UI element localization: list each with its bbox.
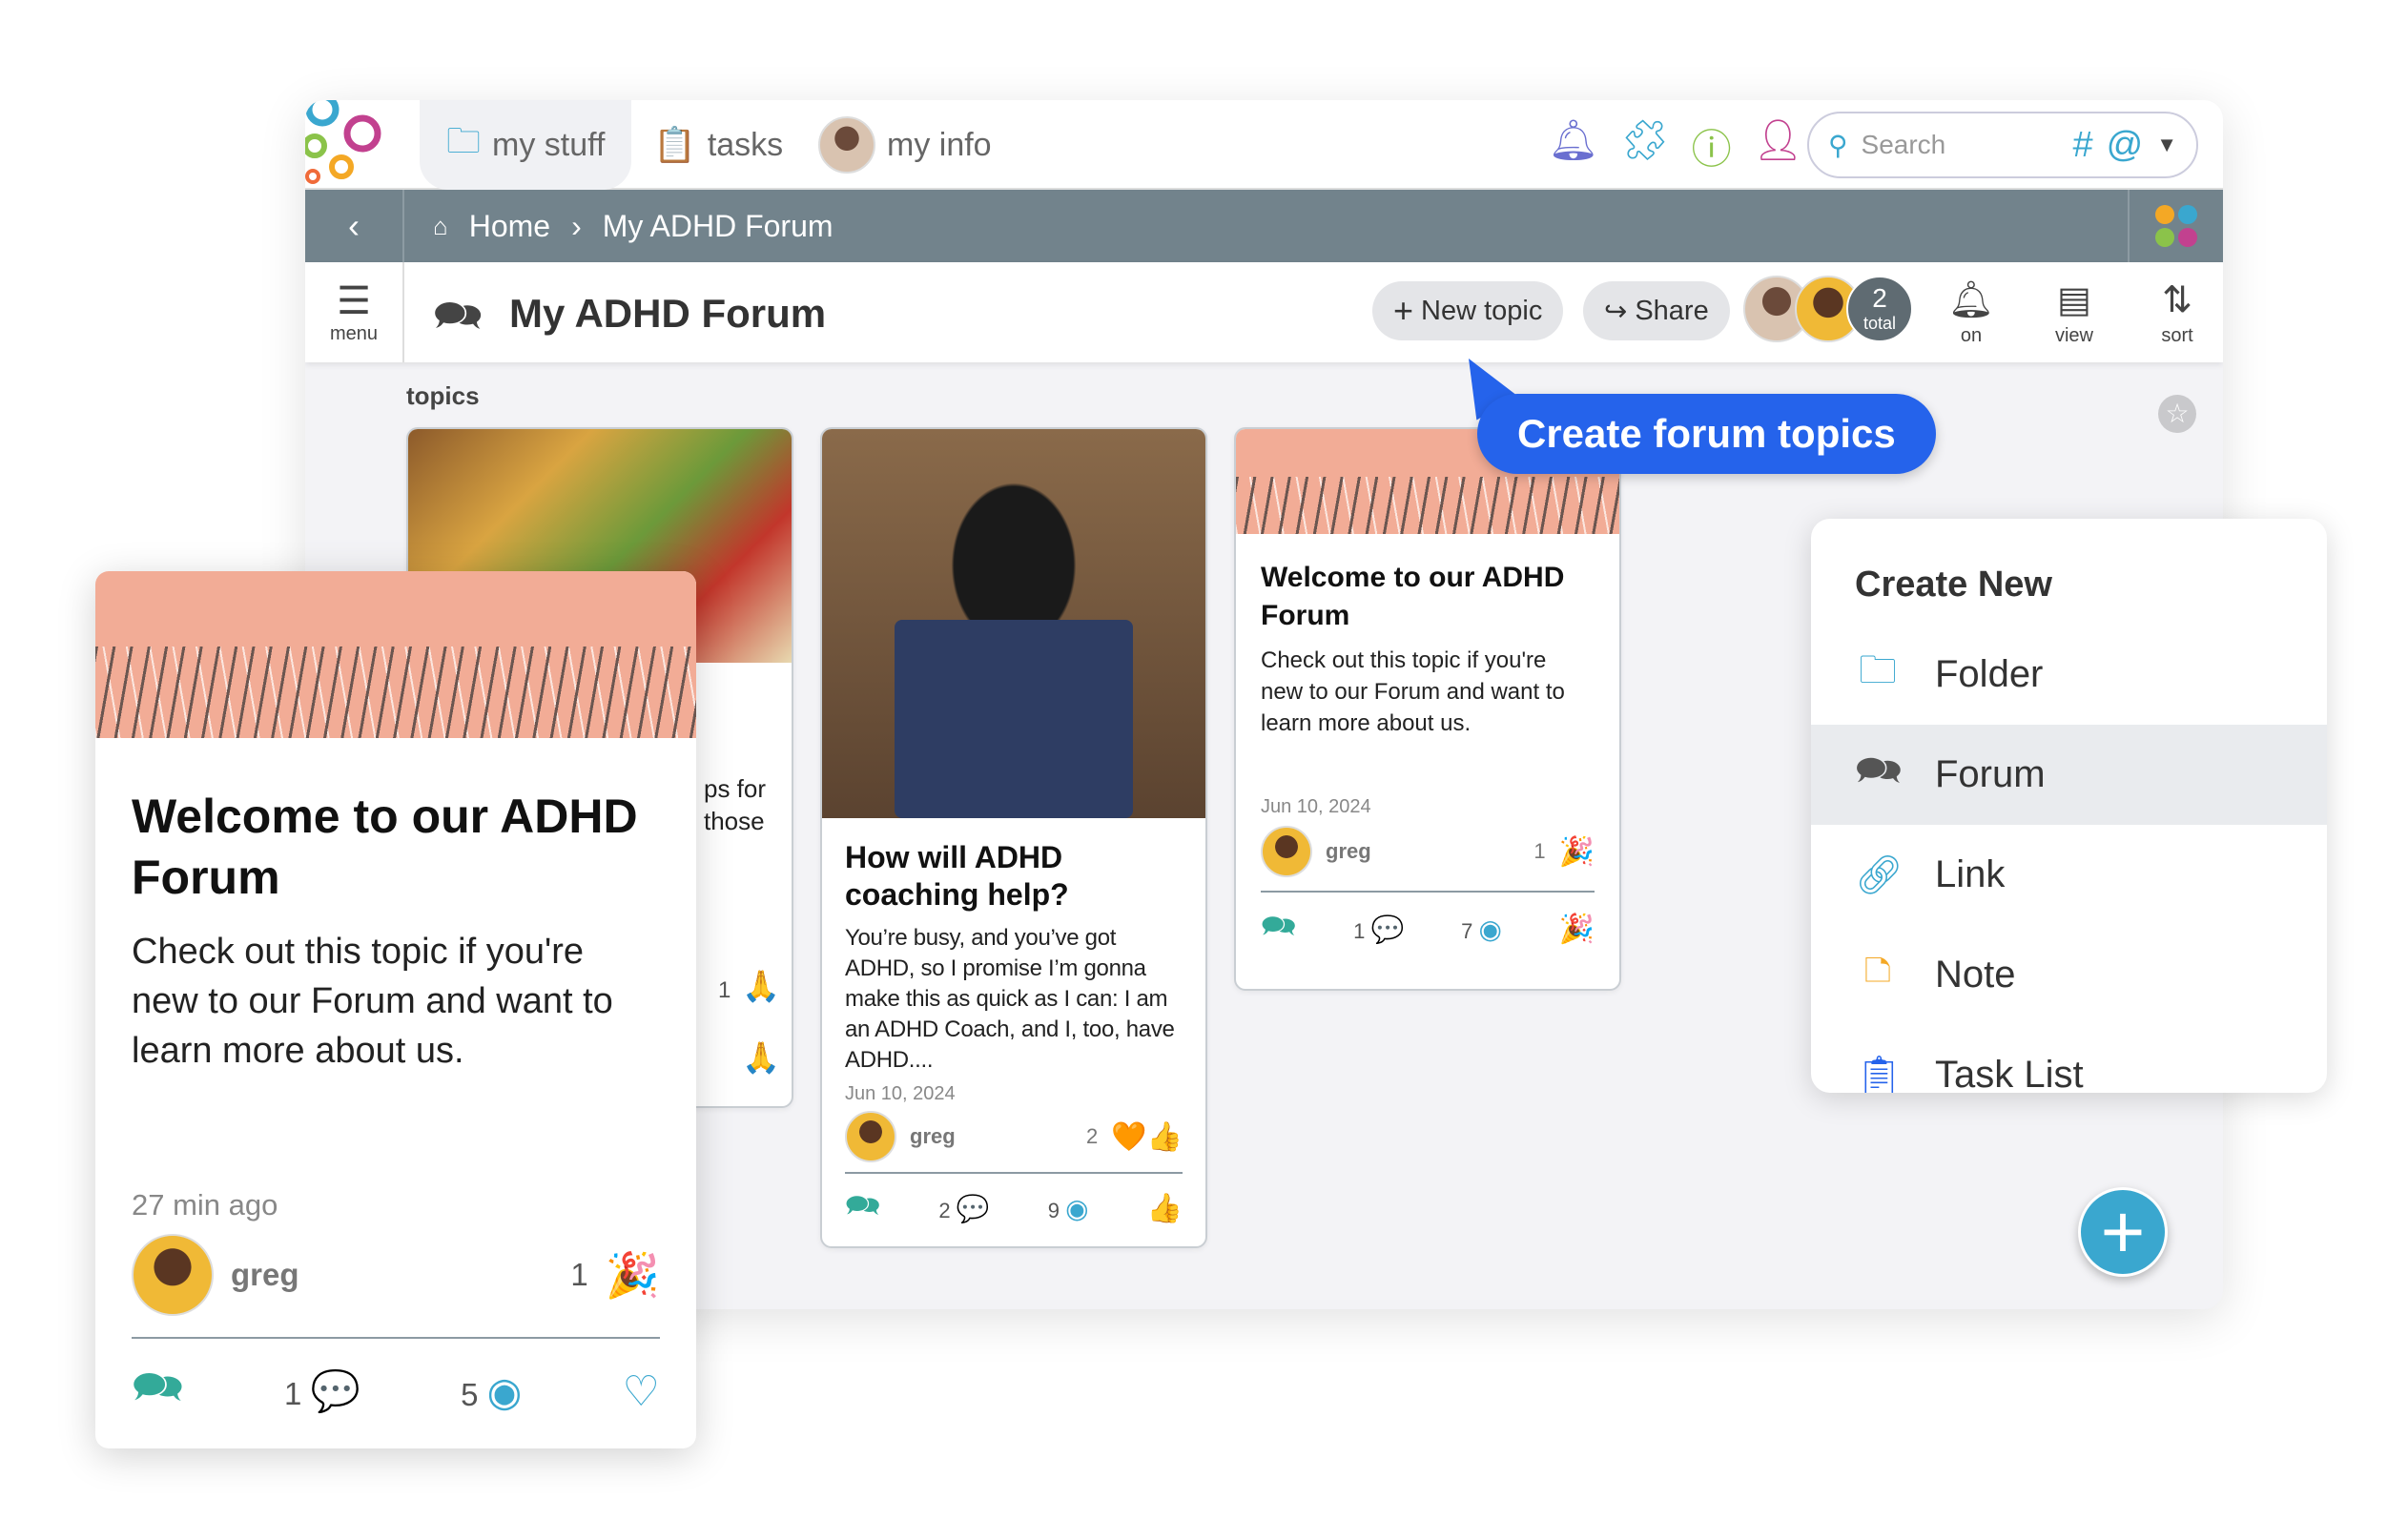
forum-icon: 🗪	[1855, 749, 1903, 791]
header-icons: 🔔︎ 🧩︎ ⓘ 👤︎	[1548, 117, 1803, 175]
hamburger-icon: ☰	[337, 280, 371, 322]
tooltip: Create forum topics	[1477, 394, 1936, 474]
view-button[interactable]: ▤ view	[2041, 276, 2108, 347]
tab-my-stuff[interactable]: 🗀 my stuff	[420, 100, 632, 190]
hashtag-button[interactable]: #	[2073, 125, 2093, 166]
avatar	[1261, 826, 1312, 877]
heart-thumbs-icon: 🧡👍	[1111, 1120, 1183, 1153]
breadcrumb-bar: ‹ ⌂ Home › My ADHD Forum	[305, 190, 2223, 262]
section-label: topics	[406, 381, 480, 410]
thumbs-up-icon[interactable]: 👍	[1147, 1192, 1183, 1225]
heart-add-icon[interactable]: ♡	[623, 1367, 660, 1416]
share-button[interactable]: ↪ Share	[1583, 281, 1730, 340]
menu-button[interactable]: ☰ menu	[305, 262, 404, 362]
tab-tasks[interactable]: 📋 tasks	[653, 100, 783, 190]
search-icon: ⚲	[1828, 130, 1848, 160]
folder-icon: 🗀	[446, 120, 482, 160]
author[interactable]: greg 1 🎉	[1261, 818, 1595, 885]
add-button[interactable]: +	[2078, 1187, 2168, 1277]
topic-card[interactable]: How will ADHD coaching help? You’re busy…	[820, 427, 1207, 1248]
menu-title: Create New	[1855, 565, 2052, 605]
topic-date: Jun 10, 2024	[1261, 796, 1371, 817]
comment-icon: 💬	[956, 1193, 990, 1223]
title-bar: ☰ menu 🗪 My ADHD Forum + New topic ↪ Share …	[305, 262, 2223, 362]
party-popper-icon[interactable]: 🎉	[1559, 913, 1595, 946]
topic-time: 27 min ago	[132, 1188, 278, 1222]
help-icon[interactable]: ⓘ	[1692, 117, 1732, 175]
eye-icon: ◉	[1065, 1193, 1089, 1223]
forum-icon: 🗪	[433, 293, 484, 338]
topic-image	[95, 571, 696, 738]
menu-item-link[interactable]: 🔗︎ Link	[1811, 825, 2327, 925]
author[interactable]: greg 2 🧡👍	[845, 1105, 1183, 1168]
menu-item-forum[interactable]: 🗪 Forum	[1811, 725, 2327, 825]
comment-icon: 💬	[310, 1367, 360, 1413]
search-input[interactable]: ⚲ Search # @ ▼	[1807, 112, 2198, 178]
pray-icon: 🙏	[742, 969, 780, 1003]
apps-grid-icon[interactable]	[2128, 190, 2223, 262]
topic-image	[822, 429, 1205, 818]
menu-item-note[interactable]: 🗅 Note	[1811, 925, 2327, 1025]
tab-my-info[interactable]: my info	[818, 100, 992, 190]
avatar	[845, 1111, 896, 1162]
forum-icon: 🗪	[1261, 910, 1297, 942]
plus-icon: +	[1393, 291, 1414, 330]
topic-title[interactable]: How will ADHD coaching help?	[845, 839, 1183, 914]
puzzle-icon[interactable]: 🧩︎	[1619, 117, 1670, 175]
share-icon: ↪	[1604, 296, 1628, 327]
logo[interactable]	[305, 100, 420, 190]
link-icon: 🔗︎	[1855, 854, 1904, 896]
notifications-toggle[interactable]: 🔔︎ on	[1938, 276, 2005, 347]
avatar	[132, 1234, 214, 1316]
topic-card[interactable]: Welcome to our ADHD Forum Check out this…	[1234, 427, 1621, 991]
menu-item-folder[interactable]: 🗀 Folder	[1811, 625, 2327, 725]
breadcrumb-current[interactable]: My ADHD Forum	[603, 209, 834, 244]
topic-stats: 🗪 1 💬 5 ◉ ♡	[132, 1337, 660, 1444]
featured-topic-card[interactable]: Welcome to our ADHD Forum Check out this…	[95, 571, 696, 1448]
chevron-down-icon[interactable]: ▼	[2156, 133, 2177, 157]
breadcrumb-home[interactable]: Home	[469, 209, 550, 244]
new-topic-button[interactable]: + New topic	[1372, 281, 1564, 340]
avatar	[818, 116, 875, 174]
bell-icon: 🔔︎	[1947, 280, 1995, 320]
menu-item-task-list[interactable]: 📋︎ Task List	[1811, 1025, 2327, 1093]
topic-stats: 🗪 2 💬 9 ◉ 👍	[845, 1172, 1183, 1242]
create-new-menu: Create New 🗀 Folder 🗪 Forum 🔗︎ Link 🗅 Note 📋…	[1811, 519, 2327, 1093]
sort-icon: ⇅	[2162, 280, 2192, 320]
party-popper-icon: 🎉	[605, 1249, 660, 1300]
eye-icon: ◉	[1478, 914, 1502, 944]
star-icon[interactable]: ☆	[2158, 395, 2196, 433]
clipboard-check-icon: 📋	[653, 125, 696, 164]
home-icon: ⌂	[433, 211, 448, 240]
topic-title[interactable]: Welcome to our ADHD Forum	[1261, 559, 1595, 635]
add-user-icon[interactable]: 👤︎	[1753, 117, 1803, 175]
top-bar: 🗀 my stuff 📋 tasks my info 🔔︎ 🧩︎ ⓘ 👤︎ ⚲ Se…	[305, 100, 2223, 190]
forum-icon: 🗪	[845, 1189, 881, 1222]
mention-button[interactable]: @	[2107, 125, 2144, 166]
back-button[interactable]: ‹	[305, 190, 404, 262]
breadcrumb: ⌂ Home › My ADHD Forum	[404, 209, 2128, 244]
author[interactable]: greg 1 🎉	[132, 1222, 660, 1327]
topic-date: Jun 10, 2024	[845, 1083, 956, 1104]
topic-excerpt: You’re busy, and you’ve got ADHD, so I p…	[845, 925, 1175, 1073]
sort-button[interactable]: ⇅ sort	[2144, 276, 2211, 347]
eye-icon: ◉	[486, 1368, 523, 1414]
bell-icon[interactable]: 🔔︎	[1548, 117, 1598, 175]
forum-icon: 🗪	[132, 1363, 184, 1410]
topic-title[interactable]: Welcome to our ADHD Forum	[132, 786, 660, 908]
layout-icon: ▤	[2057, 280, 2091, 320]
folder-icon: 🗀	[1859, 648, 1897, 691]
clipboard-icon: 📋︎	[1855, 1055, 1904, 1093]
page-title: My ADHD Forum	[509, 291, 827, 336]
topic-excerpt: Check out this topic if you're new to ou…	[132, 932, 613, 1071]
note-icon: 🗅	[1863, 949, 1892, 992]
comment-icon: 💬	[1370, 914, 1405, 944]
members-count[interactable]: 2 total	[1846, 276, 1913, 342]
topic-stats: 🗪 1 💬 7 ◉ 🎉	[1261, 891, 1595, 965]
party-popper-icon: 🎉	[1558, 835, 1595, 868]
chevron-right-icon: ›	[571, 208, 582, 243]
topic-excerpt: Check out this topic if you're new to ou…	[1261, 647, 1565, 736]
pray-icon[interactable]: 🙏	[742, 1039, 780, 1076]
